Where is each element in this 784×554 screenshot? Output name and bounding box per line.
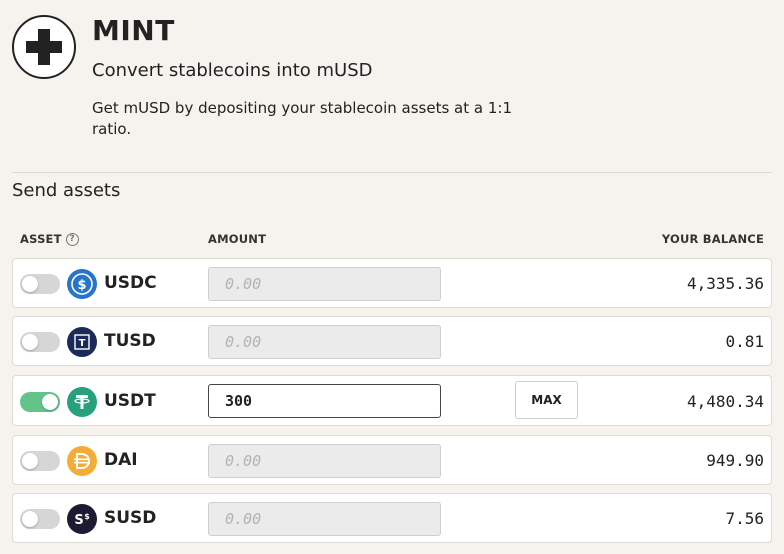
max-button[interactable]: MAX bbox=[515, 381, 578, 419]
usdc-icon: $ bbox=[67, 269, 97, 299]
tusd-icon: T bbox=[67, 327, 97, 357]
svg-text:T: T bbox=[79, 338, 86, 349]
plus-icon bbox=[12, 15, 76, 79]
toggle-dai[interactable] bbox=[20, 451, 60, 471]
svg-text:$: $ bbox=[84, 512, 90, 521]
toggle-susd[interactable] bbox=[20, 509, 60, 529]
asset-row-usdt: USDT MAX 4,480.34 bbox=[12, 375, 772, 426]
balance-usdt: 4,480.34 bbox=[686, 392, 764, 411]
balance-usdc: 4,335.36 bbox=[686, 274, 764, 293]
column-header-asset: ASSET ? bbox=[20, 232, 79, 246]
amount-input-dai[interactable] bbox=[208, 444, 441, 478]
column-header-asset-label: ASSET bbox=[20, 232, 62, 246]
toggle-knob bbox=[42, 394, 58, 410]
column-header-balance-label: YOUR BALANCE bbox=[661, 232, 764, 246]
asset-row-usdc: $ USDC 4,335.36 bbox=[12, 258, 772, 308]
page-subtitle: Convert stablecoins into mUSD bbox=[92, 60, 373, 81]
amount-input-tusd[interactable] bbox=[208, 325, 441, 359]
token-name: TUSD bbox=[104, 331, 156, 351]
balance-dai: 949.90 bbox=[706, 451, 764, 470]
asset-row-dai: DAI 949.90 bbox=[12, 435, 772, 485]
toggle-knob bbox=[22, 276, 38, 292]
amount-input-usdt[interactable] bbox=[208, 384, 441, 418]
asset-row-susd: S $ SUSD 7.56 bbox=[12, 493, 772, 543]
section-title: Send assets bbox=[12, 180, 121, 201]
dai-icon bbox=[67, 446, 97, 476]
token-name: USDT bbox=[104, 391, 156, 411]
help-icon[interactable]: ? bbox=[65, 232, 79, 246]
amount-input-usdc[interactable] bbox=[208, 267, 441, 301]
svg-text:S: S bbox=[74, 513, 83, 528]
amount-input-susd[interactable] bbox=[208, 502, 441, 536]
column-header-balance: YOUR BALANCE bbox=[662, 232, 764, 246]
page-title: MINT bbox=[92, 14, 175, 47]
column-header-amount-label: AMOUNT bbox=[208, 232, 267, 246]
toggle-usdt[interactable] bbox=[20, 392, 60, 412]
asset-row-tusd: T TUSD 0.81 bbox=[12, 316, 772, 366]
balance-susd: 7.56 bbox=[725, 509, 764, 528]
divider bbox=[12, 172, 772, 173]
svg-text:$: $ bbox=[77, 278, 86, 293]
token-name: USDC bbox=[104, 273, 157, 293]
token-name: DAI bbox=[104, 450, 138, 470]
balance-tusd: 0.81 bbox=[725, 332, 764, 351]
toggle-knob bbox=[22, 511, 38, 527]
susd-icon: S $ bbox=[67, 504, 97, 534]
toggle-tusd[interactable] bbox=[20, 332, 60, 352]
toggle-usdc[interactable] bbox=[20, 274, 60, 294]
usdt-icon bbox=[67, 387, 97, 417]
toggle-knob bbox=[22, 334, 38, 350]
page-description: Get mUSD by depositing your stablecoin a… bbox=[92, 99, 512, 138]
column-header-amount: AMOUNT bbox=[208, 232, 266, 246]
toggle-knob bbox=[22, 453, 38, 469]
token-name: SUSD bbox=[104, 508, 157, 528]
